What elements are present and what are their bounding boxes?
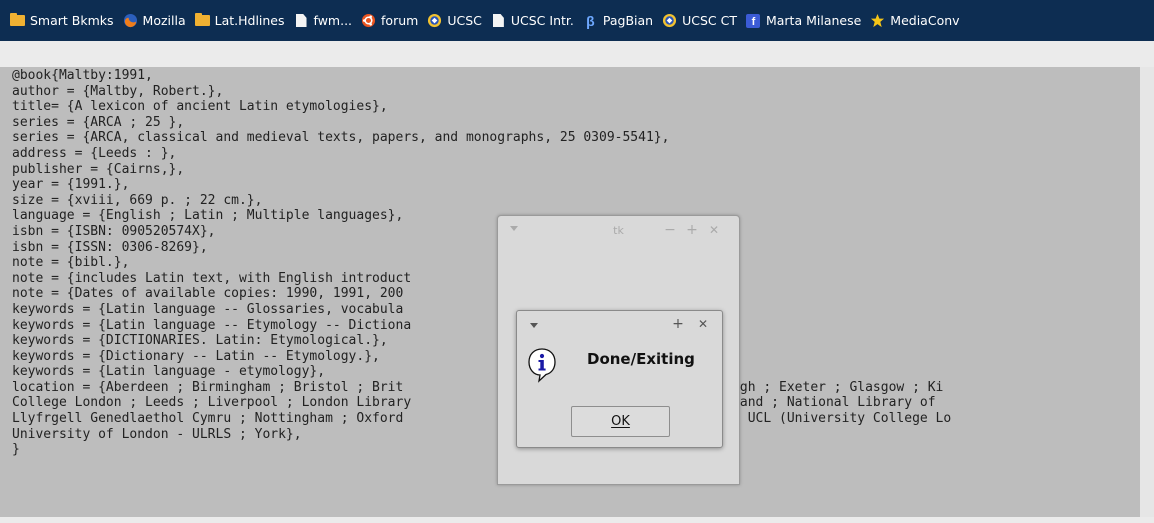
info-icon [528,348,556,383]
facebook-icon: f [746,13,761,28]
record-line: size = {xviii, 669 p. ; 22 cm.}, [12,192,263,208]
bookmark-fwm[interactable]: fwm... [294,13,353,28]
bookmark-label: Smart Bkmks [30,13,114,28]
record-line: isbn = {ISBN: 090520574X}, [12,223,216,239]
bookmark-forum[interactable]: forum [361,13,418,28]
record-line: location = {Aberdeen ; Birmingham ; Bris… [12,379,944,395]
record-line: publisher = {Cairns,}, [12,161,185,177]
folder-icon [194,13,210,28]
record-line: isbn = {ISSN: 0306-8269}, [12,239,208,255]
record-line: year = {1991.}, [12,177,130,193]
bookmark-label: forum [381,13,419,28]
blank-strip [0,41,1154,67]
tk-window-title: tk [613,224,624,237]
record-line: series = {ARCA, classical and medieval t… [12,130,670,146]
bookmark-pagbian[interactable]: β PagBian [583,12,654,29]
window-menu-icon[interactable] [530,323,538,328]
record-line: keywords = {Dictionary -- Latin -- Etymo… [12,348,380,364]
dialog-titlebar[interactable]: + ✕ [517,311,722,339]
folder-icon [10,13,25,28]
bookmark-label: Lat.Hdlines [214,13,285,28]
record-line: keywords = {Latin language - etymology}, [12,364,326,380]
page-icon [294,14,309,28]
page-icon [491,14,506,28]
bookmark-marta-milanese[interactable]: f Marta Milanese [746,13,861,28]
globe-icon [427,13,442,28]
ok-button[interactable]: OK [571,406,670,437]
minimize-button[interactable]: − [663,222,677,238]
bookmark-ucsc-ct[interactable]: UCSC CT [662,13,737,28]
right-margin [1140,67,1154,517]
bookmark-mediaconv[interactable]: MediaConv [870,13,960,28]
bookmark-label: UCSC [447,13,482,28]
close-button[interactable]: ✕ [696,317,710,331]
record-line: note = {includes Latin text, with Englis… [12,270,412,286]
bookmark-label: UCSC CT [682,13,737,28]
close-button[interactable]: ✕ [707,223,721,237]
maximize-button[interactable]: + [685,222,699,238]
bookmark-label: UCSC Intr. [510,13,574,28]
record-line: title= {A lexicon of ancient Latin etymo… [12,99,388,115]
record-line: note = {Dates of available copies: 1990,… [12,286,404,302]
record-line: keywords = {Latin language -- Glossaries… [12,301,404,317]
record-line: series = {ARCA ; 25 }, [12,114,185,130]
record-line: College London ; Leeds ; Liverpool ; Lon… [12,395,936,411]
bookmark-label: PagBian [602,13,654,28]
record-line: } [12,442,20,458]
tk-titlebar[interactable]: tk − + ✕ [498,216,739,246]
ok-label: OK [611,414,630,429]
bookmark-label: Mozilla [142,13,186,28]
record-line: language = {English ; Latin ; Multiple l… [12,208,404,224]
ubuntu-icon [361,13,376,28]
bookmark-label: Marta Milanese [765,13,862,28]
firefox-icon [123,13,138,28]
bookmark-lat-hdlines[interactable]: Lat.Hdlines [194,13,285,28]
maximize-button[interactable]: + [671,316,685,332]
record-line: author = {Maltby, Robert.}, [12,83,224,99]
bibtex-record: @book{Maltby:1991, author = {Maltby, Robe… [12,68,951,458]
bottom-margin [0,517,1154,523]
record-line: note = {bibl.}, [12,255,130,271]
record-line: University of London - ULRLS ; York}, [12,426,302,442]
record-line: Llyfrgell Genedlaethol Cymru ; Nottingha… [12,411,952,427]
record-line: keywords = {Latin language -- Etymology … [12,317,412,333]
bookmarks-toolbar: Smart Bkmks Mozilla Lat.Hdlines fwm... f… [0,0,1154,41]
bookmark-ucsc[interactable]: UCSC [427,13,482,28]
beta-icon: β [586,12,595,29]
bookmark-label: fwm... [313,13,353,28]
bookmark-smart-bkmks[interactable]: Smart Bkmks [10,13,114,28]
message-dialog: + ✕ Done/Exiting OK [516,310,723,448]
dialog-message: Done/Exiting [587,350,695,368]
globe-icon [662,13,677,28]
star-icon [870,13,885,28]
bookmark-label: MediaConv [890,13,960,28]
bookmark-mozilla[interactable]: Mozilla [123,13,186,28]
record-line: address = {Leeds : }, [12,145,177,161]
record-line: @book{Maltby:1991, [12,68,153,83]
record-line: keywords = {DICTIONARIES. Latin: Etymolo… [12,333,388,349]
bookmark-ucsc-intr[interactable]: UCSC Intr. [491,13,574,28]
